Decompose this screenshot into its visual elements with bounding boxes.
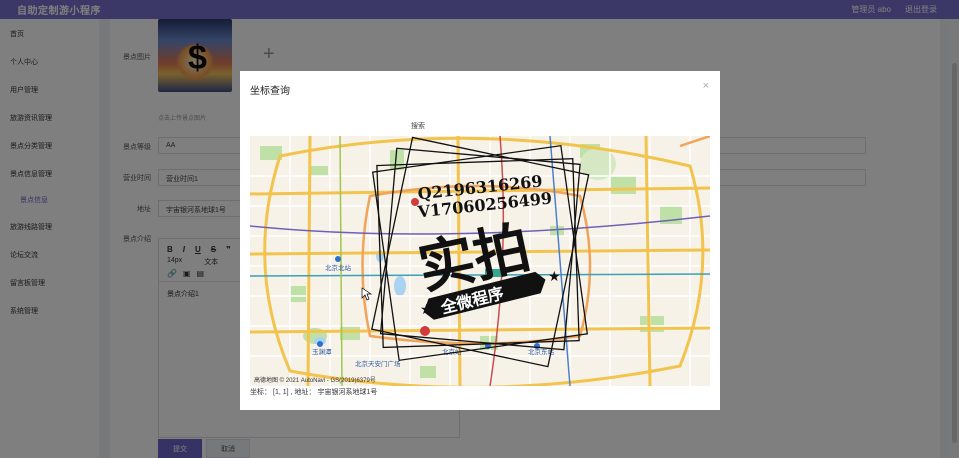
coords-prefix: 坐标： [250, 389, 271, 396]
map-view[interactable]: 北京北站 北京站 北京东站 玉渊潭 北京天安门广场 高德地图 © 2021 Au… [250, 136, 710, 386]
coords-value: [1, 1] [273, 389, 289, 396]
map-label-yuyuantan: 玉渊潭 [312, 347, 332, 356]
coordinate-readout: 坐标： [1, 1], 地址： 宇宙银河系地球1号 [250, 389, 378, 396]
address-value: 宇宙银河系地球1号 [317, 389, 378, 396]
star-icon: ★ [548, 268, 561, 284]
map-label-tiananmen: 北京天安门广场 [355, 359, 401, 368]
address-prefix: 地址： [294, 389, 316, 396]
star-icon: ★ [420, 301, 433, 317]
map-copyright: 高德地图 © 2021 AutoNavi - GS(2019)6379号 [254, 376, 376, 384]
modal-title: 坐标查询 [250, 86, 290, 97]
map-search-button[interactable]: 搜索 [411, 121, 425, 131]
coordinate-query-modal: 坐标查询 × 搜索 北京北站 北京站 北京东站 玉渊潭 北京天安门广场 高德地图… [240, 71, 720, 410]
close-icon[interactable]: × [703, 80, 709, 92]
map-canvas[interactable]: 北京北站 北京站 北京东站 玉渊潭 北京天安门广场 高德地图 © 2021 Au… [250, 136, 710, 386]
map-label-north-station: 北京北站 [325, 263, 352, 272]
